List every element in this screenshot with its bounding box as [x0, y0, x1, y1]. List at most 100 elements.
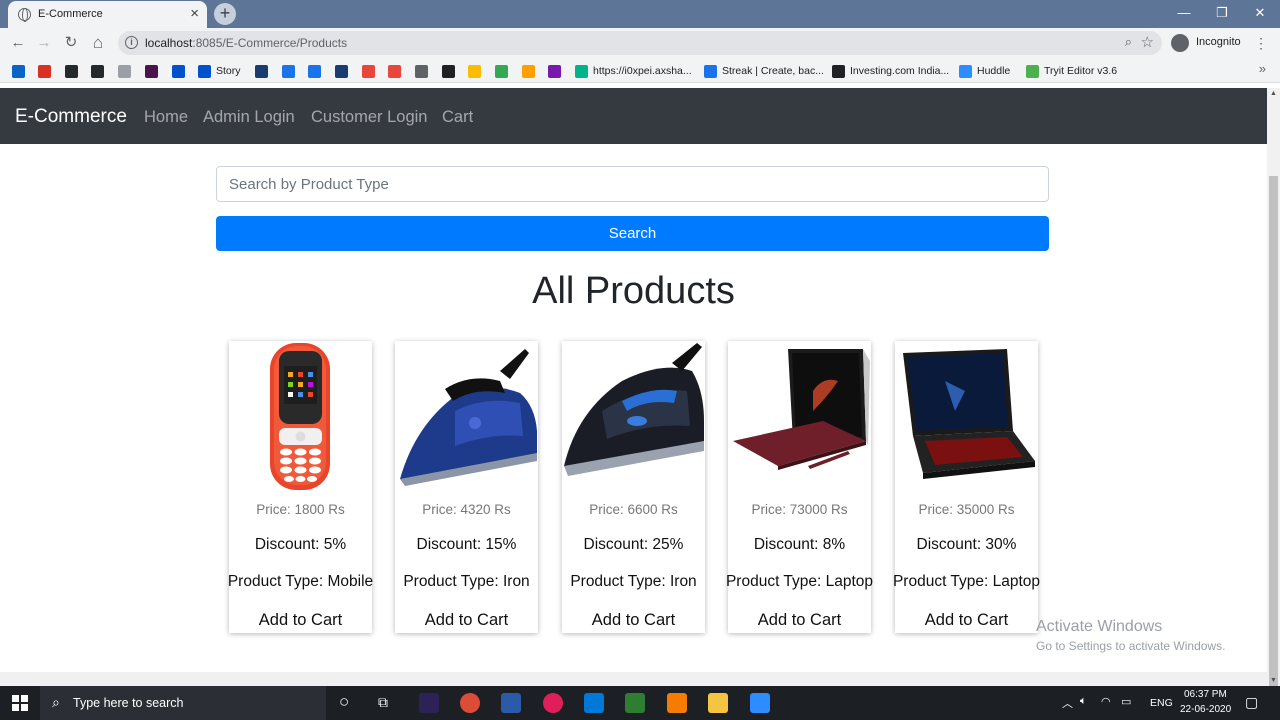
product-type-search-input[interactable]: [216, 166, 1049, 202]
bookmark-item[interactable]: [65, 63, 83, 79]
scroll-up-icon[interactable]: ▲: [1270, 90, 1277, 97]
page-scrollbar[interactable]: ▲ ▼: [1267, 88, 1280, 704]
github-icon: [91, 64, 104, 78]
product-type: Product Type: Laptop: [725, 573, 874, 590]
search-button[interactable]: Search: [216, 216, 1049, 251]
zoom-app-icon[interactable]: [750, 693, 770, 713]
task-view-icon[interactable]: ⧉: [378, 694, 388, 711]
bookmark-item[interactable]: [335, 63, 353, 79]
address-bar[interactable]: i localhost:8085/E-Commerce/Products ⌕ ☆: [118, 31, 1162, 55]
bookmark-item[interactable]: [118, 63, 136, 79]
product-discount: Discount: 15%: [416, 536, 517, 553]
bookmarks-more-icon[interactable]: »: [1259, 61, 1266, 76]
file-explorer-icon[interactable]: [708, 693, 728, 713]
slack-icon[interactable]: [543, 693, 563, 713]
minimize-icon[interactable]: —: [1170, 3, 1198, 23]
bookmark-item[interactable]: [548, 63, 566, 79]
add-to-cart-button[interactable]: Add to Cart: [229, 611, 372, 630]
cortana-icon[interactable]: ○: [339, 692, 349, 712]
maximize-icon[interactable]: ❐: [1208, 3, 1236, 23]
bookmark-item[interactable]: [362, 63, 380, 79]
bookmark-item[interactable]: [415, 63, 433, 79]
keyboard-icon[interactable]: ▭: [1121, 695, 1131, 708]
forward-icon[interactable]: →: [34, 33, 54, 53]
sublime-icon[interactable]: [667, 693, 687, 713]
workbench-icon[interactable]: [501, 693, 521, 713]
steam-iron-image: [400, 349, 537, 486]
nav-link-cart[interactable]: Cart: [442, 108, 473, 127]
close-window-icon[interactable]: ✕: [1246, 3, 1274, 23]
bookmark-item[interactable]: Tryit Editor v3.6: [1026, 63, 1117, 79]
new-tab-button[interactable]: +: [214, 3, 236, 25]
browser-titlebar: E-Commerce × + — ❐ ✕: [0, 0, 1280, 28]
eclipse-icon[interactable]: [419, 693, 439, 713]
clock-date[interactable]: 22-06-2020: [1180, 704, 1231, 715]
language-indicator[interactable]: ENG: [1150, 697, 1173, 709]
page-footer-strip: [0, 672, 1267, 686]
product-discount: Discount: 5%: [254, 536, 347, 553]
confluence-icon: [282, 64, 295, 78]
bookmark-star-icon[interactable]: ☆: [1141, 33, 1154, 51]
bookmark-item[interactable]: [91, 63, 109, 79]
scrollbar-thumb[interactable]: [1269, 176, 1278, 704]
navbar-brand[interactable]: E-Commerce: [15, 106, 127, 128]
nav-link-admin-login[interactable]: Admin Login: [203, 108, 295, 127]
bookmark-item[interactable]: Story: [198, 63, 241, 79]
bookmark-item[interactable]: [495, 63, 513, 79]
bookmark-item[interactable]: [388, 63, 406, 79]
bookmark-item[interactable]: [468, 63, 486, 79]
scroll-down-icon[interactable]: ▼: [1270, 677, 1277, 684]
tab-close-icon[interactable]: ×: [190, 5, 199, 23]
codeigniter-icon: [362, 64, 375, 78]
zoom-icon[interactable]: ⌕: [1125, 34, 1132, 50]
product-card-laptop-1: Price: 73000 Rs Discount: 8% Product Typ…: [726, 341, 873, 633]
taskbar-search-placeholder: Type here to search: [73, 696, 184, 710]
slack-icon: [145, 64, 158, 78]
wifi-icon[interactable]: ◠: [1101, 695, 1111, 708]
mobile-phone-image: [270, 343, 330, 490]
home-icon[interactable]: ⌂: [88, 33, 108, 53]
bookmark-item[interactable]: [172, 63, 190, 79]
bookmark-item[interactable]: [308, 63, 326, 79]
robot-icon: [335, 64, 348, 78]
info-icon[interactable]: i: [125, 36, 138, 49]
codeigniter-icon: [388, 64, 401, 78]
add-to-cart-button[interactable]: Add to Cart: [562, 611, 705, 630]
windows-start-icon[interactable]: [12, 695, 28, 711]
add-to-cart-button[interactable]: Add to Cart: [728, 611, 871, 630]
bookmarks-bar: Story https://i0xpei.axsha... Streak | Cre…: [0, 58, 1280, 83]
bookmark-item[interactable]: [255, 63, 273, 79]
page-viewport: E-Commerce Home Admin Login Customer Log…: [0, 88, 1267, 686]
bookmark-item[interactable]: Investing.com India...: [832, 63, 949, 79]
volume-icon[interactable]: 🔈︎: [1080, 695, 1087, 708]
vscode-icon[interactable]: [584, 693, 604, 713]
incognito-indicator[interactable]: Incognito: [1168, 33, 1246, 53]
notepad-icon[interactable]: [625, 693, 645, 713]
bookmark-label: Huddle: [977, 65, 1011, 77]
bookmark-item[interactable]: [38, 63, 56, 79]
back-icon[interactable]: ←: [8, 33, 28, 53]
bookmark-item[interactable]: [12, 63, 30, 79]
browser-tab[interactable]: E-Commerce ×: [8, 1, 207, 28]
bookmark-item[interactable]: [282, 63, 300, 79]
notifications-icon[interactable]: ▢: [1245, 694, 1258, 711]
nav-link-home[interactable]: Home: [144, 108, 188, 127]
add-to-cart-button[interactable]: Add to Cart: [895, 611, 1038, 630]
jira-icon: [308, 64, 321, 78]
tray-chevron-icon[interactable]: ︿: [1062, 695, 1073, 711]
bookmark-item[interactable]: Streak | Create, bac...: [704, 63, 824, 79]
add-to-cart-button[interactable]: Add to Cart: [395, 611, 538, 630]
bookmark-item[interactable]: https://i0xpei.axsha...: [575, 63, 692, 79]
nav-link-customer-login[interactable]: Customer Login: [311, 108, 427, 127]
bookmark-item[interactable]: [442, 63, 460, 79]
bookmark-item[interactable]: [522, 63, 540, 79]
bookmark-item[interactable]: [145, 63, 163, 79]
bookmark-item[interactable]: Huddle: [959, 63, 1010, 79]
gaming-laptop-image: [903, 349, 1035, 479]
clock-time[interactable]: 06:37 PM: [1184, 689, 1227, 700]
reload-icon[interactable]: ↻: [61, 33, 81, 53]
taskbar-search-box[interactable]: ⌕ Type here to search: [40, 686, 326, 720]
github-icon: [118, 64, 131, 78]
browser-menu-icon[interactable]: ⋮: [1254, 35, 1268, 52]
chrome-icon[interactable]: [460, 693, 480, 713]
